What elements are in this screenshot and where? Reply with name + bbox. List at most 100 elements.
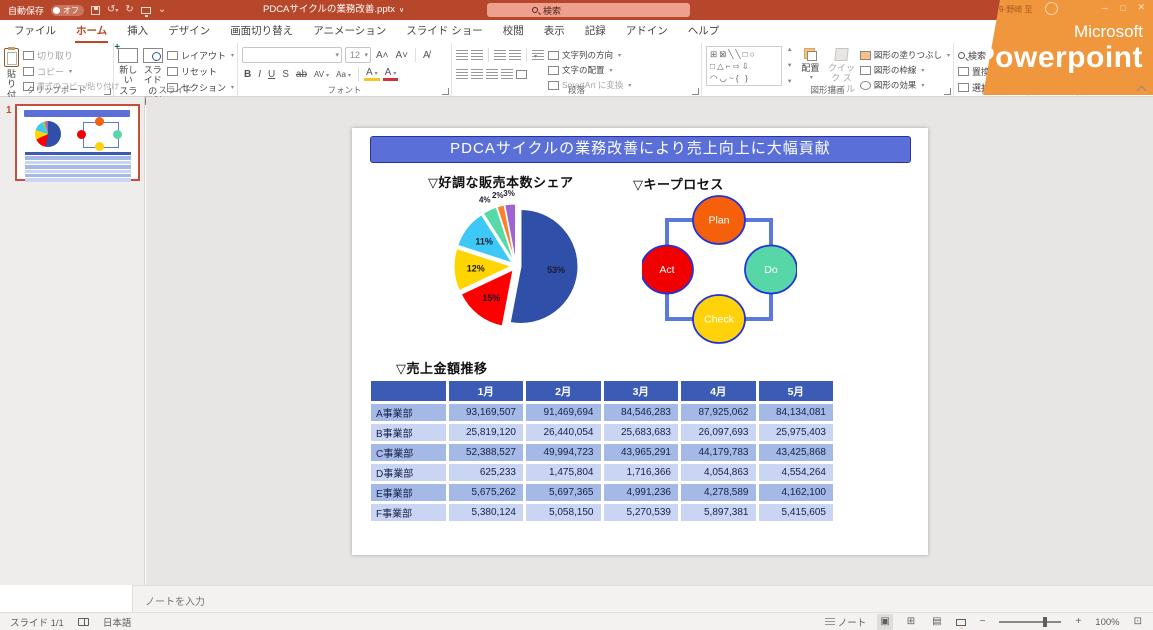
pie-slice[interactable] <box>510 209 578 323</box>
align-right-icon[interactable] <box>486 69 498 79</box>
font-color-button[interactable]: A <box>383 67 399 81</box>
text-direction-button[interactable]: 文字列の方向 <box>548 49 631 61</box>
table-row-label: E事業部 <box>371 484 446 501</box>
process-heading[interactable]: ▽キープロセス <box>633 174 724 193</box>
table-heading[interactable]: ▽売上金額推移 <box>396 358 488 377</box>
line-spacing-icon[interactable] <box>532 50 544 60</box>
decrease-font-icon[interactable]: A˅ <box>394 50 411 61</box>
increase-indent-icon[interactable] <box>509 50 521 60</box>
start-slideshow-icon[interactable] <box>141 7 151 14</box>
text-shadow-button[interactable]: S <box>280 69 291 80</box>
zoom-out-icon[interactable]: − <box>977 614 989 630</box>
increase-font-icon[interactable]: A˄ <box>374 50 391 61</box>
normal-view-icon[interactable]: ▣ <box>877 614 892 630</box>
font-name-select[interactable] <box>242 47 342 63</box>
table-row: D事業部625,2331,475,8041,716,3664,054,8634,… <box>371 464 833 481</box>
copy-button[interactable]: コピー <box>23 65 119 78</box>
paragraph-dialog-launcher[interactable] <box>692 88 699 95</box>
quick-styles-icon <box>834 48 848 61</box>
table-row: A事業部93,169,50791,469,69484,546,28387,925… <box>371 404 833 421</box>
drawing-dialog-launcher[interactable] <box>944 88 951 95</box>
search-icon <box>532 7 538 13</box>
notes-pane[interactable]: ノートを入力 <box>132 585 1153 612</box>
pie-chart[interactable]: 53%15%12%11%4%2%3% <box>440 184 600 339</box>
avatar[interactable] <box>1045 2 1058 15</box>
align-center-icon[interactable] <box>471 69 483 79</box>
fit-slide-icon[interactable]: ⊡ <box>1131 614 1145 630</box>
notes-toggle-button[interactable]: ノート <box>825 615 867 629</box>
font-dialog-launcher[interactable] <box>442 88 449 95</box>
underline-button[interactable]: U <box>266 69 277 80</box>
autosave-toggle[interactable]: オフ <box>51 5 84 16</box>
shapes-gallery-scroll[interactable]: ▲▼▼ <box>786 46 794 86</box>
ribbon-tab[interactable]: ホーム <box>66 20 117 43</box>
change-case-button[interactable]: Aa <box>334 70 353 79</box>
numbering-icon[interactable] <box>471 50 483 60</box>
sales-table[interactable]: 1月2月3月4月5月A事業部93,169,50791,469,69484,546… <box>368 378 836 524</box>
close-icon[interactable]: ✕ <box>1137 2 1145 13</box>
pdca-diagram[interactable]: PlanDoCheckAct <box>642 192 797 352</box>
minimize-icon[interactable]: ─ <box>1102 3 1108 13</box>
highlight-color-button[interactable]: A <box>364 67 380 81</box>
maximize-icon[interactable]: □ <box>1120 3 1125 13</box>
reading-view-icon[interactable]: ▤ <box>929 614 944 630</box>
cut-button[interactable]: 切り取り <box>23 49 119 62</box>
ribbon-tab[interactable]: デザイン <box>158 20 220 43</box>
language-indicator[interactable]: 日本語 <box>103 615 132 629</box>
character-spacing-button[interactable]: AV <box>312 70 331 79</box>
align-left-icon[interactable] <box>456 69 468 79</box>
layout-button[interactable]: レイアウト <box>167 49 234 62</box>
undo-icon[interactable]: ↺▾ <box>107 0 118 21</box>
table-header-cell: 2月 <box>526 381 601 401</box>
decrease-indent-icon[interactable] <box>494 50 506 60</box>
ribbon-tab[interactable]: 挿入 <box>117 20 158 43</box>
ribbon-tab[interactable]: ヘルプ <box>678 20 730 43</box>
table-row-label: D事業部 <box>371 464 446 481</box>
slide-thumbnail[interactable] <box>15 104 140 181</box>
arrange-button[interactable]: 配置 <box>798 46 823 82</box>
shapes-gallery[interactable]: ⊞⊠╲╲□○ □△⌐⇨⇩ ◠◡~{ } <box>706 46 782 86</box>
clipboard-dialog-launcher[interactable] <box>104 88 111 95</box>
ribbon-tab[interactable]: アニメーション <box>303 20 396 43</box>
redo-icon[interactable]: ↻ <box>125 0 133 20</box>
zoom-slider[interactable] <box>999 621 1061 623</box>
zoom-level[interactable]: 100% <box>1095 617 1119 628</box>
columns-icon[interactable] <box>516 70 527 79</box>
pie-label: 15% <box>482 293 500 303</box>
clear-formatting-icon[interactable]: A̸ <box>421 50 432 61</box>
document-title[interactable]: PDCAサイクルの業務改善.pptx∨ <box>263 0 404 21</box>
ribbon-tab[interactable]: 記録 <box>575 20 616 43</box>
zoom-slider-thumb[interactable] <box>1043 617 1047 627</box>
pdca-node-label: Do <box>764 264 778 276</box>
ribbon-tab[interactable]: 表示 <box>534 20 575 43</box>
slide-title[interactable]: PDCAサイクルの業務改善により売上向上に大幅貢献 <box>370 136 911 163</box>
ribbon-tab[interactable]: アドイン <box>616 20 678 43</box>
customize-qat-icon[interactable]: ⌄ <box>158 0 166 20</box>
bullets-icon[interactable] <box>456 50 468 60</box>
shape-fill-button[interactable]: 図形の塗りつぶし <box>860 49 950 61</box>
save-icon[interactable] <box>91 6 100 15</box>
slideshow-view-icon[interactable] <box>956 619 966 626</box>
ribbon-tab[interactable]: 校閲 <box>493 20 534 43</box>
table-value-cell: 5,697,365 <box>526 484 601 501</box>
reset-button[interactable]: リセット <box>167 65 234 78</box>
strikethrough-button[interactable]: ab <box>294 69 309 80</box>
italic-button[interactable]: I <box>256 69 263 80</box>
bold-button[interactable]: B <box>242 69 253 80</box>
shape-outline-button[interactable]: 図形の枠線 <box>860 64 950 76</box>
ribbon-tab[interactable]: 画面切り替え <box>220 20 303 43</box>
table-value-cell: 5,675,262 <box>449 484 524 501</box>
zoom-in-icon[interactable]: + <box>1072 614 1084 630</box>
font-size-select[interactable]: 12 <box>345 47 371 63</box>
align-text-button[interactable]: 文字の配置 <box>548 64 631 76</box>
group-font: 12 A˄ A˅ A̸ B I U S ab AV Aa A A フォント <box>238 43 452 97</box>
search-input[interactable]: 検索 <box>487 3 690 17</box>
slide-sorter-view-icon[interactable]: ⊞ <box>904 614 918 630</box>
accessibility-icon[interactable] <box>78 618 89 626</box>
pie-label: 4% <box>479 196 491 205</box>
reset-icon <box>167 67 178 76</box>
ribbon-tab[interactable]: スライド ショー <box>396 20 492 43</box>
ribbon-tab[interactable]: ファイル <box>4 20 66 43</box>
slide[interactable]: PDCAサイクルの業務改善により売上向上に大幅貢献 ▽好調な販売本数シェア 53… <box>352 128 928 555</box>
justify-icon[interactable] <box>501 69 513 79</box>
